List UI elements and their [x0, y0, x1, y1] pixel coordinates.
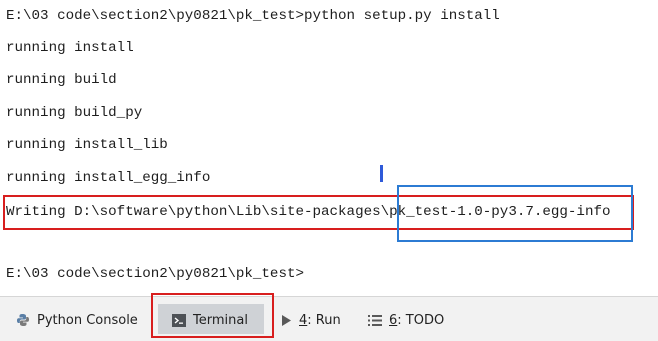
- terminal-output-area[interactable]: E:\03 code\section2\py0821\pk_test>pytho…: [0, 0, 658, 296]
- tab-todo-label: : TODO: [397, 312, 445, 328]
- todo-icon: [368, 314, 382, 327]
- tool-window-bar: Python Console Terminal 4: Run 6: TODO: [0, 296, 658, 341]
- annotation-blue-box: [397, 185, 633, 242]
- tab-python-console-label: Python Console: [37, 312, 138, 328]
- terminal-line-command: E:\03 code\section2\py0821\pk_test>pytho…: [6, 8, 500, 24]
- terminal-line: running build: [6, 72, 117, 88]
- terminal-line: running build_py: [6, 105, 143, 121]
- text-caret: [380, 165, 383, 182]
- tab-run[interactable]: 4: Run: [281, 309, 341, 331]
- tab-run-label: : Run: [307, 312, 341, 328]
- terminal-line: running install: [6, 40, 134, 56]
- terminal-line-prompt: E:\03 code\section2\py0821\pk_test>: [6, 266, 304, 282]
- terminal-line: running install_lib: [6, 137, 168, 153]
- python-console-icon: [16, 313, 30, 327]
- tab-python-console[interactable]: Python Console: [16, 309, 138, 331]
- tab-todo[interactable]: 6: TODO: [368, 309, 444, 331]
- run-icon: [281, 314, 292, 327]
- annotation-red-tab-box: [151, 293, 274, 338]
- terminal-line: running install_egg_info: [6, 170, 211, 186]
